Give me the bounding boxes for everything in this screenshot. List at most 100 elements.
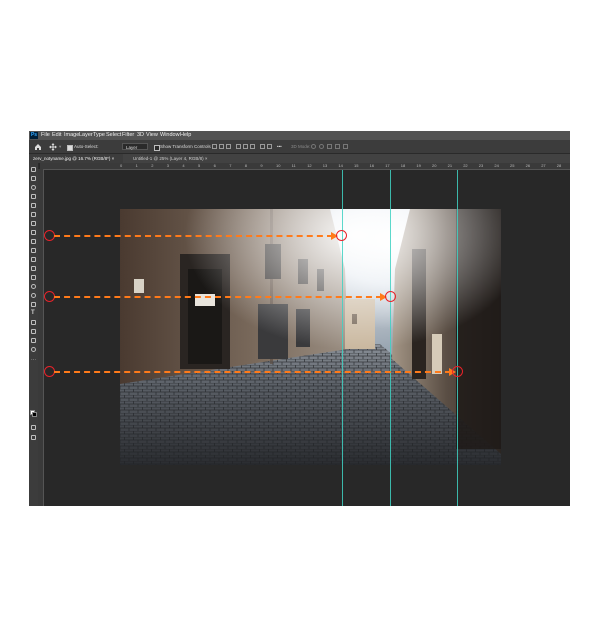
photoshop-guides-screenshot: { "app": { "logo": "Ps" }, "menu": ["Fil… [0, 0, 600, 638]
ruler-tick-label: 11 [291, 163, 296, 168]
align-left-icon[interactable] [212, 144, 217, 149]
ruler-tick-label: 25 [510, 163, 515, 168]
align-middle-icon[interactable] [243, 144, 248, 149]
menu-layer[interactable]: Layer [79, 131, 93, 140]
drag-arrow-3 [54, 371, 451, 373]
menu-filter[interactable]: Filter [122, 131, 134, 140]
brush-tool-icon[interactable] [31, 239, 36, 244]
marquee-tool-icon[interactable] [31, 176, 36, 181]
options-bar: ▾ Auto-Select: Layer Show Transform Cont… [29, 140, 570, 154]
quick-mask-icon[interactable] [31, 425, 36, 430]
ruler-tick-label: 8 [244, 163, 248, 168]
more-options-icon[interactable]: ••• [277, 142, 282, 151]
ruler-tick-label: 19 [416, 163, 421, 168]
menu-select[interactable]: Select [106, 131, 121, 140]
horizontal-ruler[interactable]: 0 1 2 3 4 5 6 7 8 9 10 11 12 13 14 15 16 17 18 19 20 21 22 23 24… [40, 163, 570, 170]
3d-scale-icon[interactable] [343, 144, 348, 149]
ruler-tick-label: 5 [198, 163, 201, 168]
document-tabs: zerv_notyname.jpg @ 16.7% (RGB/8*) × Unt… [29, 154, 570, 163]
move-icon[interactable] [49, 143, 57, 151]
blur-tool-icon[interactable] [31, 284, 36, 289]
ruler-tick-label: 18 [400, 163, 406, 168]
menu-file[interactable]: File [41, 131, 50, 140]
menu-type[interactable]: Type [93, 131, 105, 140]
drop-marker-3 [452, 366, 463, 377]
3d-roll-icon[interactable] [319, 144, 324, 149]
stamp-tool-icon[interactable] [31, 248, 36, 253]
menu-window[interactable]: Window [160, 131, 180, 140]
menu-edit[interactable]: Edit [52, 131, 61, 140]
menu-help[interactable]: Help [180, 131, 191, 140]
vertical-guide-3[interactable] [457, 170, 458, 506]
ruler-tick-label: 26 [525, 163, 531, 168]
crop-tool-icon[interactable] [31, 203, 36, 208]
dodge-tool-icon[interactable] [31, 293, 36, 298]
lasso-tool-icon[interactable] [31, 185, 36, 190]
auto-select-checkbox[interactable] [67, 145, 73, 151]
align-top-icon[interactable] [236, 144, 241, 149]
align-center-icon[interactable] [219, 144, 224, 149]
background-color-swatch[interactable] [32, 412, 37, 417]
ruler-tick-label: 16 [369, 163, 375, 168]
3d-mode-label: 3D Mode: [291, 144, 311, 149]
vertical-guide-2[interactable] [390, 170, 391, 506]
frame-tool-icon[interactable] [31, 212, 36, 217]
ruler-tick-label: 28 [556, 163, 562, 168]
distribute-spacing-icon[interactable] [267, 144, 272, 149]
menu-3d[interactable]: 3D [137, 131, 144, 140]
3d-pan-icon[interactable] [327, 144, 332, 149]
ruler-tick-label: 6 [213, 163, 216, 168]
ruler-tick-label: 9 [260, 163, 263, 168]
3d-slide-icon[interactable] [335, 144, 340, 149]
tool-preset-caret[interactable]: ▾ [59, 142, 61, 151]
ruler-tick-label: 27 [541, 163, 546, 168]
gradient-tool-icon[interactable] [31, 275, 36, 280]
ruler-tick-label: 20 [432, 163, 437, 168]
ruler-tick-label: 13 [322, 163, 328, 168]
3d-orbit-icon[interactable] [311, 144, 316, 149]
move-tool-icon[interactable] [31, 167, 36, 172]
eraser-tool-icon[interactable] [31, 266, 36, 271]
shape-tool-icon[interactable] [31, 329, 36, 334]
more-tools-icon[interactable]: ··· [31, 358, 36, 364]
healing-tool-icon[interactable] [31, 230, 36, 235]
distribute-icon[interactable] [260, 144, 265, 149]
photoshop-logo: Ps [30, 132, 38, 139]
ruler-tick-label: 2 [151, 163, 154, 168]
align-right-icon[interactable] [226, 144, 231, 149]
align-bottom-icon[interactable] [250, 144, 255, 149]
home-icon[interactable] [34, 143, 42, 151]
show-transform-controls-label: Show Transform Controls [160, 144, 211, 149]
ruler-tick-label: 23 [478, 163, 484, 168]
eyedropper-tool-icon[interactable] [31, 221, 36, 226]
pen-tool-icon[interactable] [31, 302, 36, 307]
hand-tool-icon[interactable] [31, 338, 36, 343]
ruler-tick-label: 10 [276, 163, 281, 168]
drop-marker-1 [336, 230, 347, 241]
ruler-tick-label: 21 [447, 163, 453, 168]
ruler-tick-label: 14 [338, 163, 343, 168]
screen-mode-icon[interactable] [31, 435, 36, 440]
vertical-ruler[interactable] [38, 169, 44, 506]
ruler-tick-label: 7 [229, 163, 232, 168]
drag-arrow-2 [54, 296, 382, 298]
type-tool-icon[interactable]: T [31, 310, 36, 316]
history-brush-tool-icon[interactable] [31, 257, 36, 262]
menu-image[interactable]: Image [64, 131, 79, 140]
menu-view[interactable]: View [146, 131, 158, 140]
ruler-tick-label: 24 [494, 163, 499, 168]
ruler-tick-label: 0 [120, 163, 123, 168]
tab-untitled-1[interactable]: Untitled-1 @ 25% (Layer 4, RGB/8) × [129, 154, 241, 163]
quick-select-tool-icon[interactable] [31, 194, 36, 199]
path-select-tool-icon[interactable] [31, 320, 36, 325]
vertical-guide-1[interactable] [342, 170, 343, 506]
tab-zerv-notyname[interactable]: zerv_notyname.jpg @ 16.7% (RGB/8*) × [29, 154, 123, 163]
zoom-tool-icon[interactable] [31, 347, 36, 352]
auto-select-target-select[interactable]: Layer [122, 143, 148, 150]
canvas-photo-alley[interactable] [120, 209, 501, 465]
ruler-tick-label: 4 [182, 163, 185, 168]
ruler-tick-label: 3 [166, 163, 170, 168]
ruler-tick-label: 15 [354, 163, 359, 168]
auto-select-label: Auto-Select: [74, 144, 99, 149]
alley-image [120, 209, 501, 465]
